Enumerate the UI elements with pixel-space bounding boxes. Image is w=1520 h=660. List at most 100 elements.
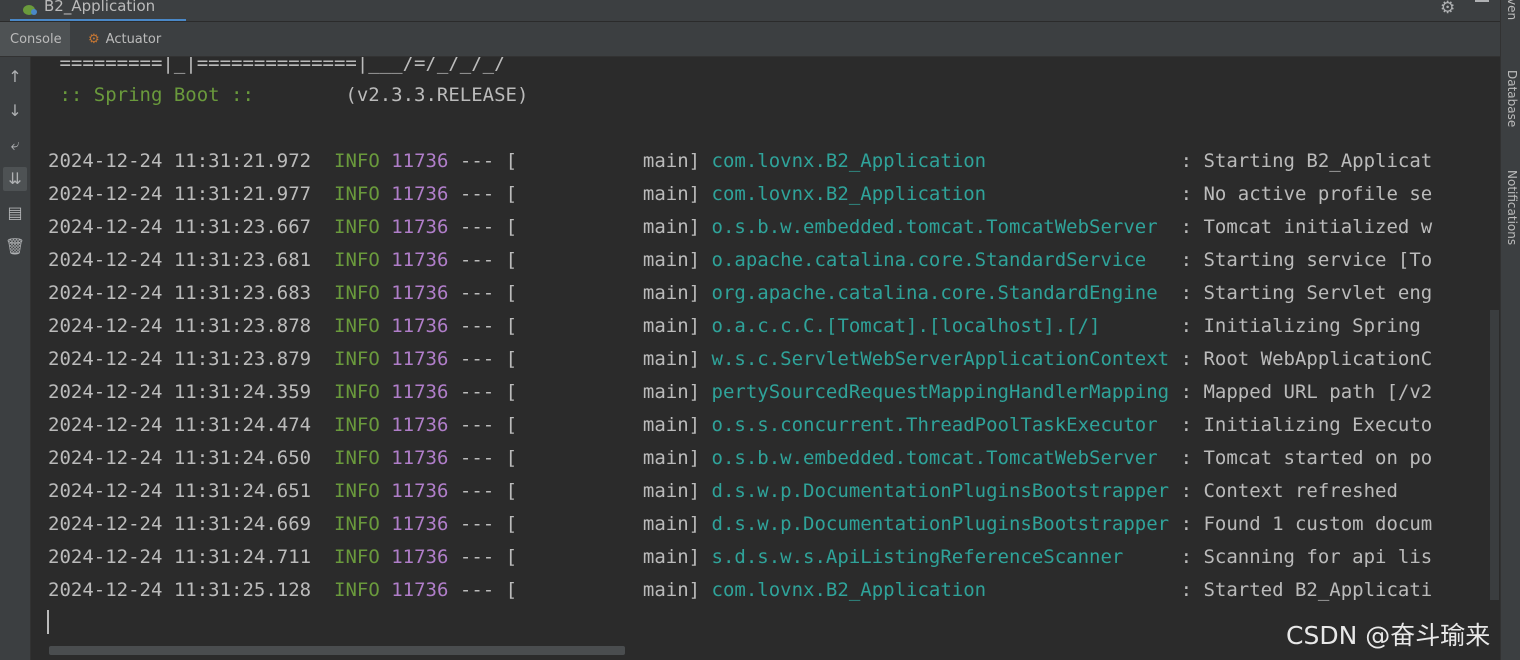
tool-window-tabs: Console ⚙ Actuator — [0, 22, 1500, 57]
horizontal-scrollbar[interactable] — [49, 646, 625, 655]
gear-icon[interactable]: ⚙ — [1440, 0, 1455, 18]
log-pid: 11736 — [391, 216, 449, 238]
log-pid: 11736 — [391, 414, 449, 436]
log-level: INFO — [334, 414, 380, 436]
log-thread: --- [ main] — [459, 348, 701, 370]
tab-actuator[interactable]: ⚙ Actuator — [88, 22, 161, 56]
right-tool-stripe: ven Database Notifications — [1500, 0, 1520, 660]
spring-app-icon — [23, 5, 37, 15]
vertical-scrollbar[interactable] — [1490, 310, 1499, 600]
arrow-down-icon[interactable]: ↓ — [3, 99, 27, 123]
log-thread: --- [ main] — [459, 315, 701, 337]
log-logger: w.s.c.ServletWebServerApplicationContext — [711, 348, 1170, 370]
log-logger: o.s.b.w.embedded.tomcat.TomcatWebServer — [711, 216, 1170, 238]
log-line: 2024-12-24 11:31:24.359 INFO 11736 --- [… — [48, 381, 1432, 403]
log-logger: s.d.s.w.s.ApiListingReferenceScanner — [711, 546, 1170, 568]
log-message: : Initializing Executo — [1180, 414, 1433, 436]
spring-boot-label: :: Spring Boot :: — [48, 84, 266, 106]
log-line: 2024-12-24 11:31:21.972 INFO 11736 --- [… — [48, 150, 1432, 172]
log-logger: o.apache.catalina.core.StandardService — [711, 249, 1170, 271]
log-thread: --- [ main] — [459, 216, 701, 238]
log-line: 2024-12-24 11:31:23.878 INFO 11736 --- [… — [48, 315, 1432, 337]
tab-console[interactable]: Console — [0, 22, 70, 56]
log-timestamp: 2024-12-24 11:31:24.474 — [48, 414, 312, 436]
log-line: 2024-12-24 11:31:23.667 INFO 11736 --- [… — [48, 216, 1432, 238]
log-thread: --- [ main] — [459, 282, 701, 304]
log-pid: 11736 — [391, 513, 449, 535]
log-timestamp: 2024-12-24 11:31:23.683 — [48, 282, 312, 304]
run-tab-label: B2_Application — [44, 0, 156, 15]
log-line: 2024-12-24 11:31:23.683 INFO 11736 --- [… — [48, 282, 1432, 304]
log-message: : Scanning for api lis — [1180, 546, 1433, 568]
log-message: : Root WebApplicationC — [1180, 348, 1433, 370]
log-logger: o.s.b.w.embedded.tomcat.TomcatWebServer — [711, 447, 1170, 469]
log-level: INFO — [334, 183, 380, 205]
log-logger: d.s.w.p.DocumentationPluginsBootstrapper — [711, 513, 1170, 535]
log-thread: --- [ main] — [459, 480, 701, 502]
run-tab-b2-application[interactable]: B2_Application — [10, 0, 186, 21]
log-pid: 11736 — [391, 315, 449, 337]
log-logger: com.lovnx.B2_Application — [711, 150, 1170, 172]
log-timestamp: 2024-12-24 11:31:24.651 — [48, 480, 312, 502]
log-timestamp: 2024-12-24 11:31:21.972 — [48, 150, 312, 172]
log-message: : Mapped URL path [/v2 — [1180, 381, 1433, 403]
log-thread: --- [ main] — [459, 183, 701, 205]
log-level: INFO — [334, 282, 380, 304]
log-level: INFO — [334, 546, 380, 568]
minimize-icon[interactable] — [1475, 0, 1489, 2]
log-timestamp: 2024-12-24 11:31:23.878 — [48, 315, 312, 337]
log-timestamp: 2024-12-24 11:31:21.977 — [48, 183, 312, 205]
tab-actuator-label: Actuator — [105, 32, 162, 47]
log-pid: 11736 — [391, 381, 449, 403]
database-panel-tab[interactable]: Database — [1505, 70, 1519, 127]
log-message: : Initializing Spring — [1180, 315, 1433, 337]
log-pid: 11736 — [391, 249, 449, 271]
tab-console-label: Console — [10, 32, 62, 47]
log-thread: --- [ main] — [459, 546, 701, 568]
actuator-icon: ⚙ — [88, 32, 100, 47]
log-logger: com.lovnx.B2_Application — [711, 579, 1170, 601]
log-level: INFO — [334, 381, 380, 403]
log-line: 2024-12-24 11:31:21.977 INFO 11736 --- [… — [48, 183, 1432, 205]
console-toolbar: ↑ ↓ ⤶ ⇊ ▤ 🗑 — [0, 57, 31, 660]
log-level: INFO — [334, 447, 380, 469]
log-message: : Starting B2_Applicat — [1180, 150, 1433, 172]
maven-panel-tab[interactable]: ven — [1505, 0, 1519, 20]
log-pid: 11736 — [391, 282, 449, 304]
log-line: 2024-12-24 11:31:24.650 INFO 11736 --- [… — [48, 447, 1432, 469]
log-message: : Starting Servlet eng — [1180, 282, 1433, 304]
log-pid: 11736 — [391, 183, 449, 205]
log-thread: --- [ main] — [459, 381, 701, 403]
trash-icon[interactable]: 🗑 — [3, 235, 27, 259]
log-level: INFO — [334, 150, 380, 172]
log-logger: org.apache.catalina.core.StandardEngine — [711, 282, 1170, 304]
log-message: : Tomcat started on po — [1180, 447, 1433, 469]
log-thread: --- [ main] — [459, 150, 701, 172]
banner-ascii-line: =========|_|==============|___/=/_/_/_/ — [48, 57, 506, 74]
run-tab-bar: B2_Application ⚙ — [0, 0, 1500, 21]
spring-boot-version: (v2.3.3.RELEASE) — [265, 84, 529, 106]
log-message: : Started B2_Applicati — [1180, 579, 1433, 601]
log-message: : No active profile se — [1180, 183, 1433, 205]
log-logger: pertySourcedRequestMappingHandlerMapping — [711, 381, 1170, 403]
scroll-to-end-icon[interactable]: ⇊ — [3, 167, 27, 191]
log-message: : Starting service [To — [1180, 249, 1433, 271]
log-pid: 11736 — [391, 348, 449, 370]
log-level: INFO — [334, 513, 380, 535]
log-timestamp: 2024-12-24 11:31:23.667 — [48, 216, 312, 238]
soft-wrap-icon[interactable]: ⤶ — [3, 133, 27, 157]
log-thread: --- [ main] — [459, 513, 701, 535]
log-line: 2024-12-24 11:31:24.711 INFO 11736 --- [… — [48, 546, 1432, 568]
log-pid: 11736 — [391, 579, 449, 601]
print-icon[interactable]: ▤ — [3, 201, 27, 225]
text-cursor — [47, 610, 49, 634]
log-pid: 11736 — [391, 480, 449, 502]
console-output[interactable]: =========|_|==============|___/=/_/_/_/ … — [31, 57, 1500, 657]
log-line: 2024-12-24 11:31:24.651 INFO 11736 --- [… — [48, 480, 1398, 502]
log-line: 2024-12-24 11:31:23.681 INFO 11736 --- [… — [48, 249, 1432, 271]
arrow-up-icon[interactable]: ↑ — [3, 65, 27, 89]
notifications-panel-tab[interactable]: Notifications — [1505, 170, 1519, 245]
log-pid: 11736 — [391, 150, 449, 172]
log-timestamp: 2024-12-24 11:31:25.128 — [48, 579, 312, 601]
log-timestamp: 2024-12-24 11:31:24.711 — [48, 546, 312, 568]
